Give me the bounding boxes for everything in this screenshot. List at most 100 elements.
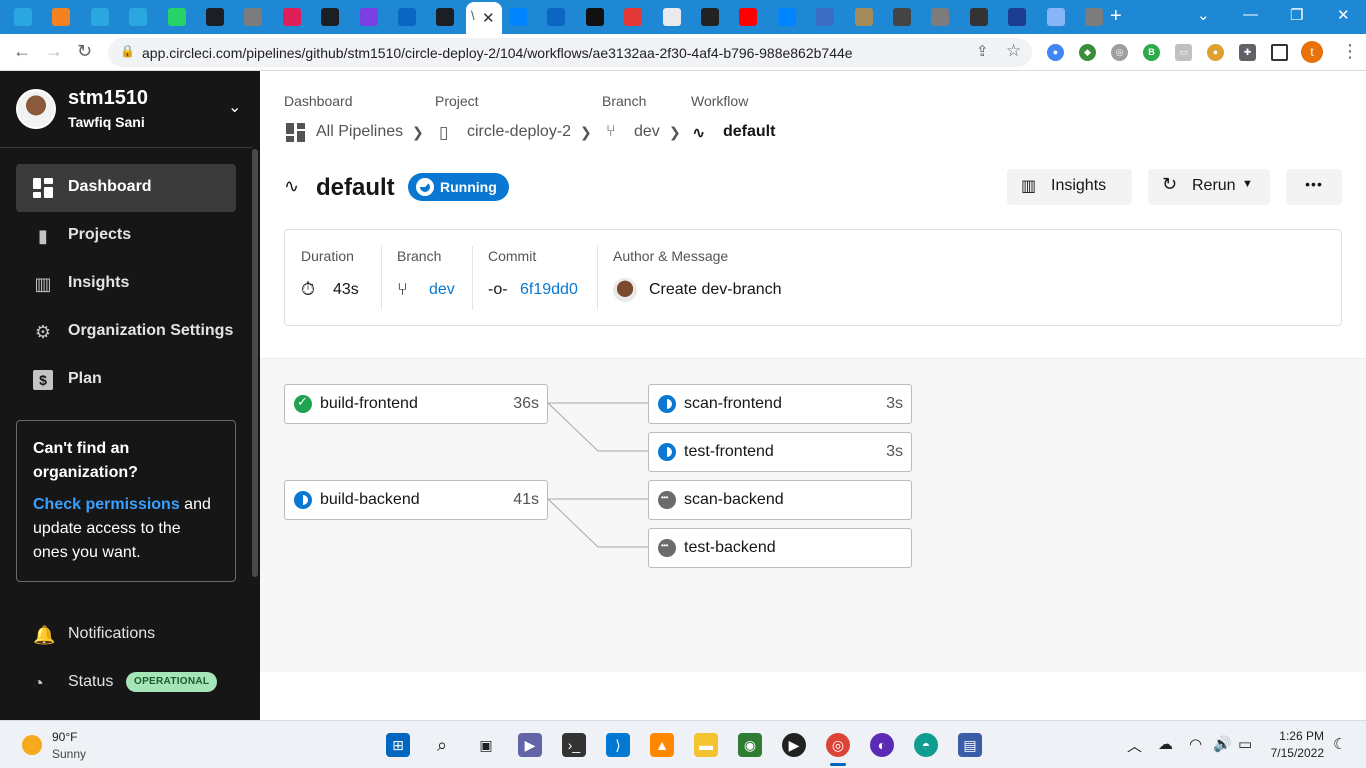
app-icon[interactable] (14, 8, 32, 26)
extension-icon[interactable]: ● (1047, 44, 1064, 61)
check-permissions-link[interactable]: Check permissions (33, 496, 180, 513)
sidebar-item-projects[interactable]: ▮ Projects (16, 212, 236, 260)
app-icon[interactable] (129, 8, 148, 26)
extension-icon[interactable]: ▭ (1175, 44, 1192, 61)
rerun-button[interactable]: ↻ Rerun ▼ (1148, 169, 1270, 205)
as-icon[interactable] (701, 8, 719, 26)
sidebar-item-status[interactable]: ◔ Status OPERATIONAL (16, 667, 236, 703)
profile-avatar[interactable]: t (1301, 41, 1323, 63)
teams-chat-icon[interactable]: ▶ (518, 733, 542, 757)
linkedin-icon[interactable] (398, 8, 416, 26)
sidebar-scrollbar[interactable] (252, 149, 258, 577)
chevron-down-icon[interactable]: ⌄ (228, 97, 241, 117)
branch-link[interactable]: dev (429, 281, 455, 299)
new-tab-button[interactable]: + (1110, 5, 1122, 28)
extension-icon[interactable]: B (1143, 44, 1160, 61)
globe-icon[interactable] (244, 8, 263, 26)
job-test-backend[interactable]: test-backend (648, 528, 912, 568)
youtube-icon[interactable] (739, 8, 758, 26)
whatsapp-icon[interactable] (167, 8, 186, 26)
job-build-backend[interactable]: build-backend 41s (284, 480, 548, 520)
lock-icon[interactable]: 🔒 (120, 44, 135, 58)
more-actions-button[interactable]: ••• (1286, 169, 1342, 205)
extension-icon[interactable]: ◎ (1111, 44, 1128, 61)
close-window-button[interactable]: ✕ (1337, 6, 1350, 24)
task-view-icon[interactable]: ▣ (474, 733, 498, 757)
sidebar-item-organization-settings[interactable]: ⚙ Organization Settings (16, 308, 236, 356)
app-icon[interactable] (90, 8, 109, 26)
globe-icon[interactable] (931, 8, 950, 26)
clock-date[interactable]: 7/15/2022 (1262, 746, 1324, 760)
job-scan-backend[interactable]: scan-backend (648, 480, 912, 520)
close-tab-icon[interactable]: ✕ (482, 9, 495, 27)
cloud-icon[interactable]: ☁ (1158, 735, 1173, 753)
breadcrumb-all-pipelines[interactable]: All Pipelines (316, 123, 403, 141)
hat-icon[interactable] (969, 8, 988, 26)
star-icon[interactable] (1008, 8, 1027, 26)
url-text[interactable]: app.circleci.com/pipelines/github/stm151… (142, 45, 853, 61)
start-windows-icon[interactable]: ⊞ (386, 733, 410, 757)
slack-icon[interactable] (282, 8, 301, 26)
volume-icon[interactable]: 🔊 (1213, 735, 1232, 753)
chrome-icon[interactable]: ◎ (826, 733, 850, 757)
puzzle-extensions-icon[interactable]: ✚ (1239, 44, 1256, 61)
github-icon[interactable] (436, 8, 455, 26)
globe-app-icon[interactable]: ◉ (738, 733, 762, 757)
forward-button[interactable]: → (45, 41, 63, 62)
commit-link[interactable]: 6f19dd0 (520, 281, 578, 299)
pen-icon[interactable] (854, 8, 873, 26)
cookie-extension-icon[interactable]: ● (1207, 44, 1224, 61)
sidebar-item-dashboard[interactable]: Dashboard (16, 164, 236, 212)
battery-icon[interactable]: ▭ (1238, 735, 1252, 753)
tab-search-chevron-icon[interactable]: ⌄ (1197, 6, 1210, 24)
breadcrumb-workflow[interactable]: default (723, 123, 775, 141)
clock-time[interactable]: 1:26 PM (1278, 729, 1324, 743)
vscode-icon[interactable]: ⟩ (606, 733, 630, 757)
search-icon[interactable]: ⌕ (430, 733, 454, 757)
focus-moon-icon[interactable]: ☾ (1333, 735, 1346, 753)
github-icon[interactable] (206, 8, 224, 26)
job-scan-frontend[interactable]: scan-frontend 3s (648, 384, 912, 424)
box-icon[interactable] (52, 8, 71, 26)
insights-button[interactable]: ▥ Insights (1007, 169, 1132, 205)
breadcrumb-branch[interactable]: dev (634, 123, 660, 141)
messenger-icon[interactable] (777, 8, 796, 26)
active-tab[interactable]: \ ✕ (466, 2, 502, 34)
extension-icon[interactable]: ◆ (1079, 44, 1096, 61)
network-app-icon[interactable]: ▤ (958, 733, 982, 757)
messenger-icon[interactable] (509, 8, 527, 26)
sidepanel-icon[interactable] (1271, 44, 1288, 61)
share-icon[interactable]: ⇪ (976, 42, 989, 60)
restore-button[interactable]: ❐ (1290, 6, 1303, 24)
file-explorer-icon[interactable]: ▬ (694, 733, 718, 757)
globe-icon[interactable] (816, 8, 835, 26)
linkedin-icon[interactable] (547, 8, 566, 26)
u-icon[interactable] (359, 8, 378, 26)
vlc-icon[interactable]: ▲ (650, 733, 674, 757)
flake-icon[interactable] (1046, 8, 1065, 26)
reload-button[interactable]: ↻ (77, 41, 92, 62)
github-icon[interactable] (321, 8, 340, 26)
wifi-icon[interactable]: ◠ (1189, 735, 1202, 753)
breadcrumb-project[interactable]: circle-deploy-2 (467, 123, 571, 141)
sidebar-item-notifications[interactable]: 🔔 Notifications (16, 619, 236, 655)
terminal-icon[interactable]: ›_ (562, 733, 586, 757)
sidebar-item-plan[interactable]: $ Plan (16, 356, 236, 404)
chevron-up-icon[interactable]: ︿ (1127, 735, 1142, 756)
sidebar-item-insights[interactable]: ▥ Insights (16, 260, 236, 308)
job-test-frontend[interactable]: test-frontend 3s (648, 432, 912, 472)
doc-icon[interactable] (662, 8, 681, 26)
media-player-icon[interactable]: ▶ (782, 733, 806, 757)
l-icon[interactable] (585, 8, 604, 26)
minimize-button[interactable]: — (1243, 6, 1258, 23)
bookmark-star-icon[interactable]: ☆ (1006, 41, 1021, 61)
edge-icon[interactable]: ◓ (914, 733, 938, 757)
address-bar[interactable]: 🔒 app.circleci.com/pipelines/github/stm1… (108, 38, 1032, 67)
media-app-icon[interactable]: ◐ (870, 733, 894, 757)
s-icon[interactable] (624, 8, 643, 26)
globe-icon[interactable] (1085, 8, 1103, 26)
browser-menu-icon[interactable]: ⋮ (1341, 41, 1359, 62)
job-build-frontend[interactable]: build-frontend 36s (284, 384, 548, 424)
user-menu[interactable]: stm1510 Tawfiq Sani ⌄ (16, 87, 246, 135)
back-button[interactable]: ← (13, 41, 31, 62)
